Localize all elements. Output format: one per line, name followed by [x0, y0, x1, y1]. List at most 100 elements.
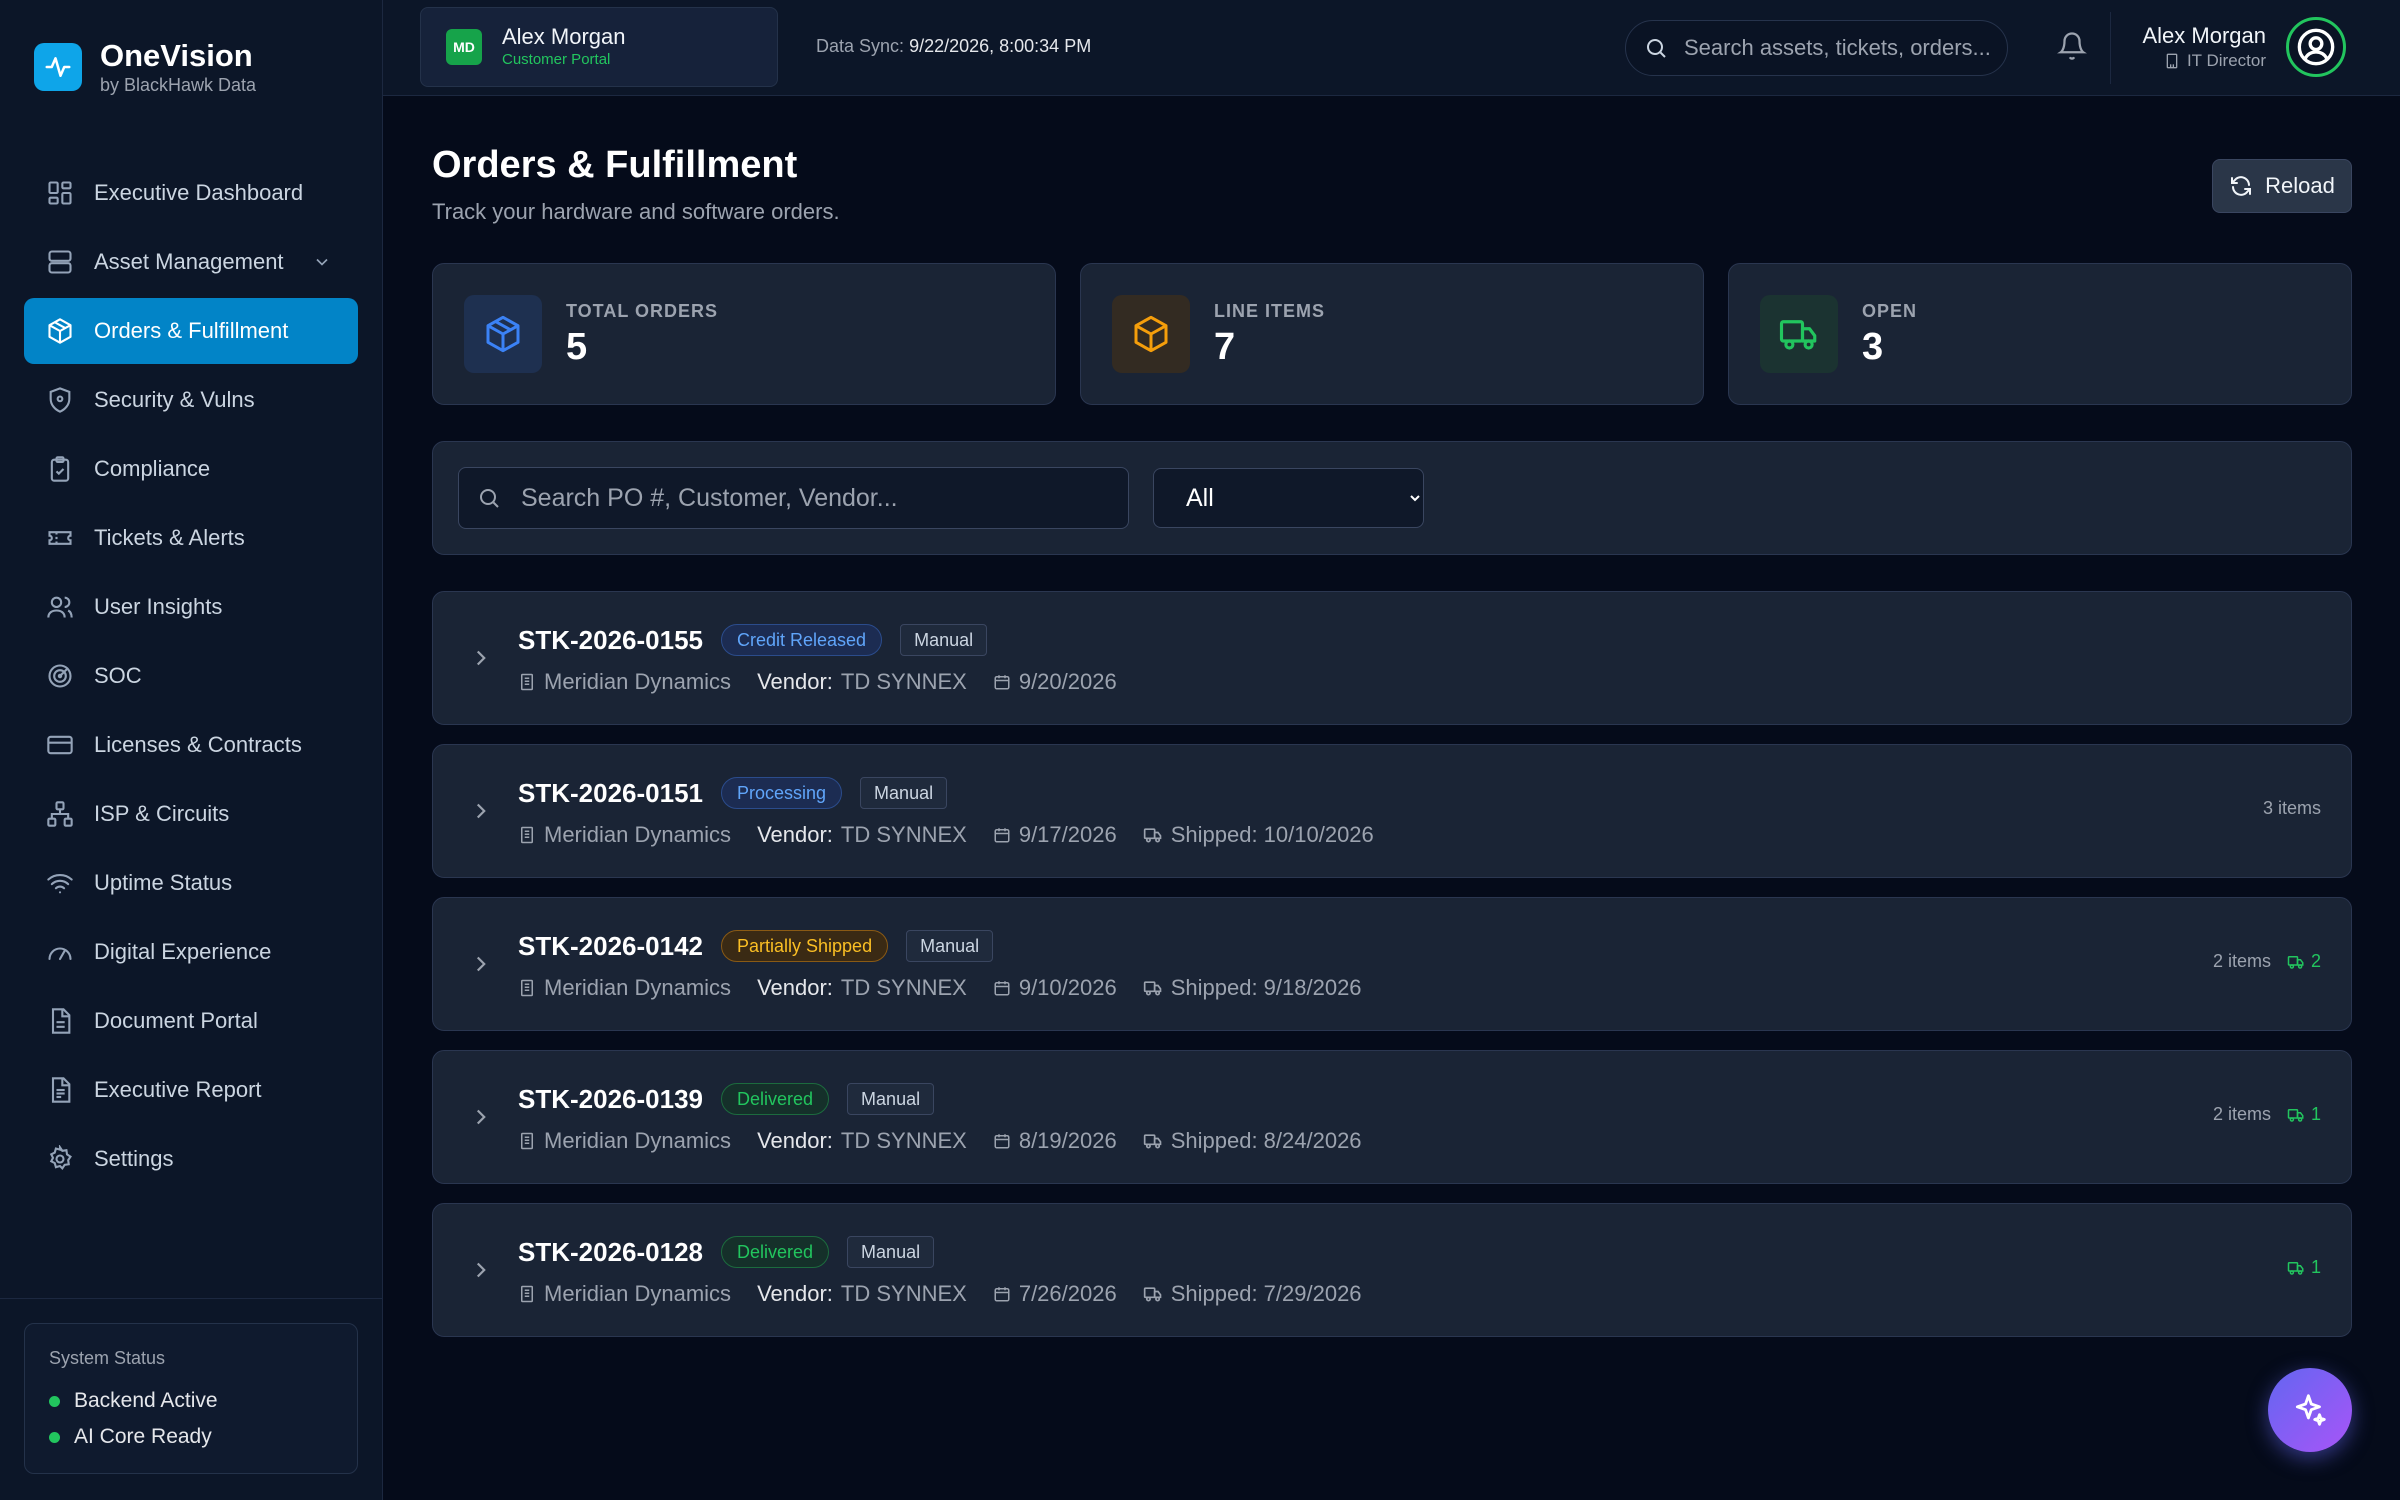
sidebar-item-settings[interactable]: Settings [24, 1126, 358, 1192]
order-po-number: STK-2026-0151 [518, 777, 703, 808]
package-icon [48, 318, 72, 344]
order-po-number: STK-2026-0139 [518, 1083, 703, 1114]
vendor-label: Vendor: [757, 669, 833, 694]
chevron-right-icon[interactable] [468, 1104, 494, 1130]
truck-icon [1143, 828, 1162, 843]
sidebar-item-label: Uptime Status [94, 870, 233, 895]
order-shipped: Shipped: 7/29/2026 [1170, 1281, 1362, 1306]
page-subtitle: Track your hardware and software orders. [432, 199, 840, 224]
order-shipped: Shipped: 8/24/2026 [1170, 1128, 1362, 1153]
sidebar: OneVision by BlackHawk Data Executive Da… [0, 0, 383, 1500]
chevron-right-icon[interactable] [468, 645, 494, 671]
stat-line-items: LINE ITEMS 7 [1080, 263, 1704, 405]
network-icon [47, 801, 73, 827]
search-icon [480, 489, 499, 508]
chevron-right-icon[interactable] [468, 1257, 494, 1283]
order-customer: Meridian Dynamics [544, 669, 732, 694]
source-tag: Manual [860, 777, 948, 809]
order-date: 7/26/2026 [1018, 1281, 1117, 1306]
user-name: Alex Morgan [2142, 23, 2266, 48]
vendor-label: Vendor: [757, 822, 833, 847]
brand[interactable]: OneVision by BlackHawk Data [34, 38, 256, 96]
page-title: Orders & Fulfillment [432, 144, 798, 186]
box-icon [1112, 295, 1190, 373]
stat-total-orders: TOTAL ORDERS 5 [432, 263, 1056, 405]
stat-label: TOTAL ORDERS [566, 301, 719, 321]
calendar-icon [994, 675, 1010, 690]
document-icon [51, 1008, 71, 1034]
chevron-down-icon[interactable] [312, 252, 332, 272]
order-customer: Meridian Dynamics [544, 822, 732, 847]
sidebar-item-user-insights[interactable]: User Insights [24, 574, 358, 640]
sidebar-item-security-vulns[interactable]: Security & Vulns [24, 367, 358, 433]
sidebar-item-soc[interactable]: SOC [24, 643, 358, 709]
sidebar-item-orders-fulfillment[interactable]: Orders & Fulfillment [24, 298, 358, 364]
status-dot-icon [49, 1395, 60, 1407]
topbar-divider [2110, 12, 2111, 84]
order-row[interactable]: STK-2026-0128 Delivered Manual Meridian … [432, 1203, 2352, 1337]
sidebar-item-executive-dashboard[interactable]: Executive Dashboard [24, 160, 358, 226]
sidebar-item-tickets-alerts[interactable]: Tickets & Alerts [24, 505, 358, 571]
brand-subtitle: by BlackHawk Data [100, 75, 257, 95]
global-search-input[interactable] [1684, 35, 2004, 61]
chevron-right-icon[interactable] [468, 951, 494, 977]
server-icon [48, 250, 72, 274]
sidebar-item-asset-management[interactable]: Asset Management [24, 229, 358, 295]
chevron-right-icon[interactable] [468, 798, 494, 824]
order-row[interactable]: STK-2026-0142 Partially Shipped Manual M… [432, 897, 2352, 1031]
user-menu[interactable]: Alex Morgan IT Director [2142, 22, 2266, 72]
calendar-icon [994, 1134, 1010, 1149]
order-search-input[interactable] [521, 483, 1121, 513]
credit-card-icon [47, 735, 73, 755]
data-sync-label: Data Sync: [816, 36, 905, 56]
building-icon [521, 673, 533, 691]
status-filter-select[interactable]: All [1153, 468, 1424, 528]
building-icon [521, 979, 533, 997]
stat-label: LINE ITEMS [1214, 301, 1326, 321]
building-icon [521, 1132, 533, 1150]
status-text: Backend Active [74, 1389, 218, 1412]
order-search[interactable] [458, 467, 1129, 529]
sidebar-item-uptime-status[interactable]: Uptime Status [24, 850, 358, 916]
vendor-label: Vendor: [757, 1281, 833, 1306]
building-icon [521, 1285, 533, 1303]
order-shipped: Shipped: 9/18/2026 [1170, 975, 1362, 1000]
sidebar-item-digital-experience[interactable]: Digital Experience [24, 919, 358, 985]
order-row[interactable]: STK-2026-0139 Delivered Manual Meridian … [432, 1050, 2352, 1184]
order-row[interactable]: STK-2026-0155 Credit Released Manual Mer… [432, 591, 2352, 725]
calendar-icon [994, 828, 1010, 843]
sidebar-item-label: Executive Report [94, 1077, 262, 1102]
ai-assistant-button[interactable] [2268, 1368, 2352, 1452]
sidebar-item-isp-circuits[interactable]: ISP & Circuits [24, 781, 358, 847]
stat-label: OPEN [1862, 301, 1918, 321]
order-vendor: TD SYNNEX [840, 1281, 967, 1306]
tenant-switcher[interactable]: MD Alex Morgan Customer Portal [420, 7, 778, 87]
global-search[interactable] [1625, 20, 2008, 76]
building-icon [521, 826, 533, 844]
building-icon [2166, 53, 2178, 69]
sidebar-item-label: Document Portal [94, 1008, 258, 1033]
refresh-icon [2231, 176, 2252, 196]
data-sync: Data Sync: 9/22/2026, 8:00:34 PM [816, 36, 1091, 57]
sidebar-item-compliance[interactable]: Compliance [24, 436, 358, 502]
order-date: 9/20/2026 [1018, 669, 1117, 694]
order-customer: Meridian Dynamics [544, 1281, 732, 1306]
sparkle-icon [2295, 1394, 2326, 1426]
status-badge: Delivered [721, 1236, 830, 1268]
order-row[interactable]: STK-2026-0151 Processing Manual Meridian… [432, 744, 2352, 878]
ticket-icon [48, 531, 72, 545]
sidebar-item-licenses-contracts[interactable]: Licenses & Contracts [24, 712, 358, 778]
sidebar-item-label: Compliance [94, 456, 211, 481]
stat-value: 5 [566, 326, 588, 368]
reload-button[interactable]: Reload [2212, 159, 2352, 213]
truck-icon [2287, 1108, 2304, 1122]
user-circle-icon [2297, 28, 2335, 66]
radar-icon [48, 664, 72, 688]
avatar[interactable] [2286, 17, 2346, 77]
clipboard-check-icon [50, 456, 70, 482]
sidebar-item-label: User Insights [94, 594, 223, 619]
order-date: 8/19/2026 [1018, 1128, 1117, 1153]
sidebar-item-executive-report[interactable]: Executive Report [24, 1057, 358, 1123]
sidebar-item-document-portal[interactable]: Document Portal [24, 988, 358, 1054]
bell-icon[interactable] [2057, 31, 2087, 61]
